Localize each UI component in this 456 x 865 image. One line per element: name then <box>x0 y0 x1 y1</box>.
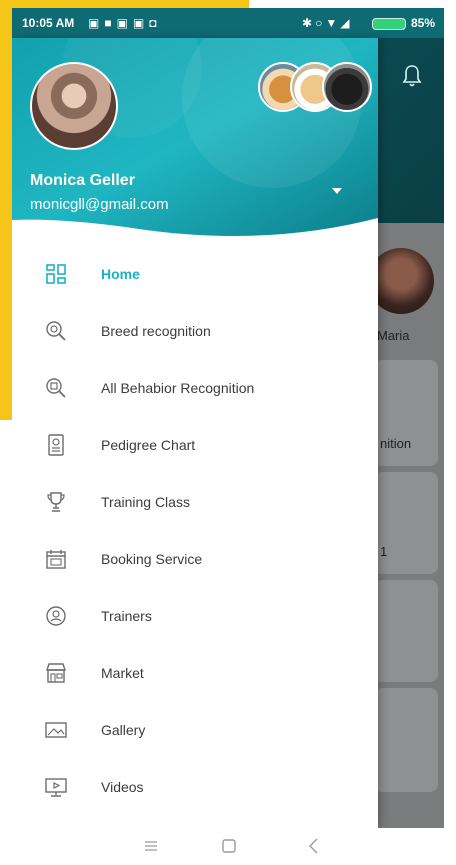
navigation-drawer: Monica Geller monicgll@gmail.com Home Br… <box>12 38 378 828</box>
battery-icon <box>372 18 406 30</box>
menu-item-training-class[interactable]: Training Class <box>12 473 378 530</box>
trainer-icon <box>46 605 66 626</box>
background-card[interactable] <box>374 580 438 682</box>
menu-item-label: Market <box>101 664 144 681</box>
menu-item-trainers[interactable]: Trainers <box>12 587 378 644</box>
menu-item-label: Gallery <box>101 721 146 738</box>
menu-item-pedigree-chart[interactable]: Pedigree Chart <box>12 416 378 473</box>
menu-item-home[interactable]: Home <box>12 245 378 302</box>
profile-email: monicgll@gmail.com <box>30 196 169 213</box>
home-icon[interactable] <box>217 836 241 856</box>
linkedin-icon: ▣ <box>116 16 133 30</box>
behavior-search-icon <box>46 377 66 398</box>
menu-item-label: Breed recognition <box>101 322 211 339</box>
trophy-icon <box>47 491 65 512</box>
menu-item-gallery[interactable]: Gallery <box>12 701 378 758</box>
menu-item-label: Videos <box>101 778 144 795</box>
bluetooth-icon: ✱ <box>302 16 316 30</box>
status-bar: 10:05 AM ▣■▣▣◘ ✱○▼◢ 85% <box>12 8 444 38</box>
battery-level: 85% <box>411 16 436 30</box>
system-nav-bar <box>12 828 444 865</box>
system-icons: ✱○▼◢ <box>302 16 352 30</box>
market-icon <box>46 662 66 683</box>
menu-item-label: Booking Service <box>101 550 203 567</box>
facebook-icon: ■ <box>104 16 117 30</box>
menu-item-label: Home <box>101 265 140 282</box>
sim-icon: ▣ <box>88 16 105 30</box>
signal-icon: ◢ <box>340 16 353 30</box>
menu-item-market[interactable]: Market <box>12 644 378 701</box>
background-card-text: 1 <box>380 544 388 559</box>
breed-search-icon <box>46 320 66 341</box>
calendar-icon <box>46 549 66 569</box>
menu-item-videos[interactable]: Videos <box>12 758 378 815</box>
wifi-icon: ▼ <box>325 16 341 30</box>
notification-icons: ▣■▣▣◘ <box>88 16 162 30</box>
phone-screen: Maria nition 1 10:05 AM ▣■▣▣◘ ✱○▼◢ 85% M… <box>12 8 444 865</box>
menu-item-breed-recognition[interactable]: Breed recognition <box>12 302 378 359</box>
sync-icon: ○ <box>315 16 326 30</box>
black-dog-avatar[interactable] <box>322 62 372 112</box>
background-card-text: nition <box>380 436 412 451</box>
menu-item-booking-service[interactable]: Booking Service <box>12 530 378 587</box>
account-dropdown-chevron-icon[interactable] <box>332 188 342 194</box>
menu-item-label: Pedigree Chart <box>101 436 196 453</box>
drawer-header: Monica Geller monicgll@gmail.com <box>12 38 378 238</box>
menu-item-label: All Behabior Recognition <box>101 379 255 396</box>
menu-item-behavior-recognition[interactable]: All Behabior Recognition <box>12 359 378 416</box>
notification-bell-icon[interactable] <box>402 64 422 88</box>
back-icon[interactable] <box>302 836 326 856</box>
menu-item-label: Trainers <box>101 607 152 624</box>
dashboard-icon <box>46 263 66 284</box>
camera-icon: ◘ <box>149 16 162 30</box>
background-card[interactable] <box>374 688 438 792</box>
menu-icon[interactable] <box>139 836 163 856</box>
pedigree-icon <box>48 433 64 456</box>
menu-item-label: Training Class <box>101 493 190 510</box>
profile-name: Monica Geller <box>30 172 135 189</box>
background-user-name: Maria <box>377 328 410 343</box>
instagram-icon: ▣ <box>132 16 150 30</box>
video-icon <box>45 777 67 797</box>
profile-avatar[interactable] <box>30 62 118 150</box>
gallery-icon <box>45 721 67 738</box>
status-time: 10:05 AM <box>22 16 75 30</box>
